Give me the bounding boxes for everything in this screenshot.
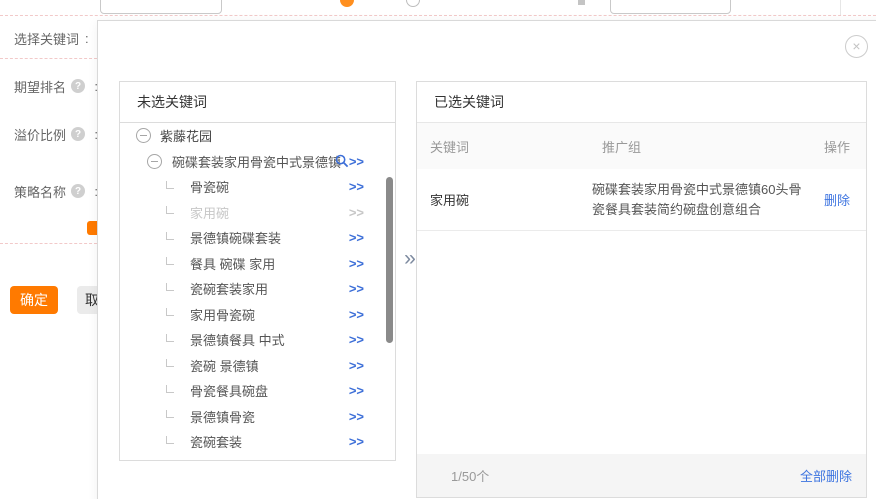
branch-icon <box>166 283 174 291</box>
selected-panel-title: 已选关键词 <box>417 82 866 123</box>
field-label-select-keywords: 选择关键词 : <box>14 29 98 47</box>
tree-keyword-row[interactable]: 景德镇餐具 中式 >> <box>120 327 395 353</box>
add-keyword-arrow[interactable]: >> <box>349 383 364 398</box>
add-keyword-arrow[interactable]: >> <box>349 256 364 271</box>
keyword-tree: 紫藤花园 碗碟套装家用骨瓷中式景德镇... >> 骨瓷碗 >> <box>120 123 395 460</box>
top-input-stub-1[interactable] <box>100 0 222 14</box>
add-keyword-arrow[interactable]: >> <box>349 154 364 169</box>
unselected-panel-title: 未选关键词 <box>120 82 395 123</box>
tree-keyword-row[interactable]: 骨瓷碗 >> <box>120 174 395 200</box>
container-border <box>840 0 841 15</box>
cell-keyword: 家用碗 <box>417 190 592 209</box>
tree-keyword-row[interactable]: 瓷碗套装 >> <box>120 429 395 455</box>
delete-link[interactable]: 删除 <box>824 193 850 208</box>
collapse-icon[interactable] <box>136 128 151 143</box>
tree-keyword-row-disabled: 家用碗 >> <box>120 200 395 226</box>
help-icon[interactable]: ? <box>71 184 85 198</box>
add-keyword-arrow[interactable]: >> <box>349 307 364 322</box>
dashed-divider <box>0 15 876 16</box>
tree-keyword-row[interactable]: 瓷碗 景德镇 >> <box>120 353 395 379</box>
help-icon <box>406 0 420 7</box>
selected-count: 1/50个 <box>417 466 489 485</box>
add-keyword-arrow[interactable]: >> <box>349 230 364 245</box>
branch-icon <box>166 334 174 342</box>
collapse-icon[interactable] <box>147 154 162 169</box>
tree-keyword-row[interactable]: 家用骨瓷碗 >> <box>120 302 395 328</box>
field-label-strategy-name: 策略名称 ? : <box>14 182 98 200</box>
page: 选择关键词 : 期望排名 ? : 溢价比例 ? : 策略名称 ? : 确定 取 … <box>0 0 876 499</box>
colon: : <box>85 31 89 46</box>
top-input-stub-2[interactable] <box>610 0 731 14</box>
help-icon[interactable]: ? <box>71 127 85 141</box>
warning-icon <box>340 0 354 7</box>
column-ad-group: 推广组 <box>592 137 824 156</box>
branch-icon <box>166 436 174 444</box>
add-keyword-arrow[interactable]: >> <box>349 434 364 449</box>
tree-keyword-row[interactable]: 瓷碗套装家用 >> <box>120 276 395 302</box>
clear-all-link[interactable]: 全部删除 <box>800 466 866 485</box>
help-icon[interactable]: ? <box>71 79 85 93</box>
branch-icon <box>166 257 174 265</box>
branch-icon <box>166 232 174 240</box>
column-action: 操作 <box>824 137 866 156</box>
table-header: 关键词 推广组 操作 <box>417 123 866 169</box>
branch-icon <box>166 359 174 367</box>
close-icon[interactable]: × <box>845 35 868 58</box>
selected-keywords-panel: 已选关键词 关键词 推广组 操作 家用碗 碗碟套装家用骨瓷中式景德镇60头骨瓷餐… <box>416 81 867 498</box>
tree-keyword-row[interactable]: 景德镇碗碟套装 >> <box>120 225 395 251</box>
branch-icon <box>166 410 174 418</box>
tree-keyword-row[interactable]: 景德镇骨瓷 >> <box>120 404 395 430</box>
add-keyword-arrow[interactable]: >> <box>349 358 364 373</box>
branch-icon <box>166 385 174 393</box>
field-label-expected-rank: 期望排名 ? : <box>14 77 98 95</box>
branch-icon <box>166 181 174 189</box>
add-keyword-arrow: >> <box>349 205 364 220</box>
cell-ad-group: 碗碟套装家用骨瓷中式景德镇60头骨瓷餐具套装简约碗盘创意组合 <box>592 170 824 230</box>
column-keyword: 关键词 <box>417 137 592 156</box>
scrollbar-thumb[interactable] <box>386 177 393 343</box>
dashed-divider <box>0 58 97 59</box>
branch-icon <box>166 308 174 316</box>
tree-group-row[interactable]: 紫藤花园 <box>120 123 395 149</box>
keyword-select-modal: × 未选关键词 紫藤花园 碗碟套装家用骨瓷中式景德镇... >> <box>97 20 876 499</box>
branch-icon <box>166 206 174 214</box>
search-icon[interactable] <box>335 154 349 168</box>
tree-group-row[interactable]: 清雅明媚 <box>120 455 395 461</box>
dashed-divider <box>0 243 97 244</box>
table-row: 家用碗 碗碟套装家用骨瓷中式景德镇60头骨瓷餐具套装简约碗盘创意组合 删除 <box>417 169 866 231</box>
add-keyword-arrow[interactable]: >> <box>349 179 364 194</box>
tree-keyword-row[interactable]: 餐具 碗碟 家用 >> <box>120 251 395 277</box>
tree-parent-row[interactable]: 碗碟套装家用骨瓷中式景德镇... >> <box>120 149 395 175</box>
add-keyword-arrow[interactable]: >> <box>349 332 364 347</box>
selected-panel-footer: 1/50个 全部删除 <box>417 454 866 497</box>
field-label-premium-ratio: 溢价比例 ? : <box>14 125 98 143</box>
add-keyword-arrow[interactable]: >> <box>349 281 364 296</box>
add-keyword-arrow[interactable]: >> <box>349 409 364 424</box>
clipped-text-fragment <box>578 0 585 5</box>
tree-keyword-row[interactable]: 骨瓷餐具碗盘 >> <box>120 378 395 404</box>
unselected-keywords-panel: 未选关键词 紫藤花园 碗碟套装家用骨瓷中式景德镇... >> <box>119 81 396 461</box>
confirm-button[interactable]: 确定 <box>10 286 58 314</box>
